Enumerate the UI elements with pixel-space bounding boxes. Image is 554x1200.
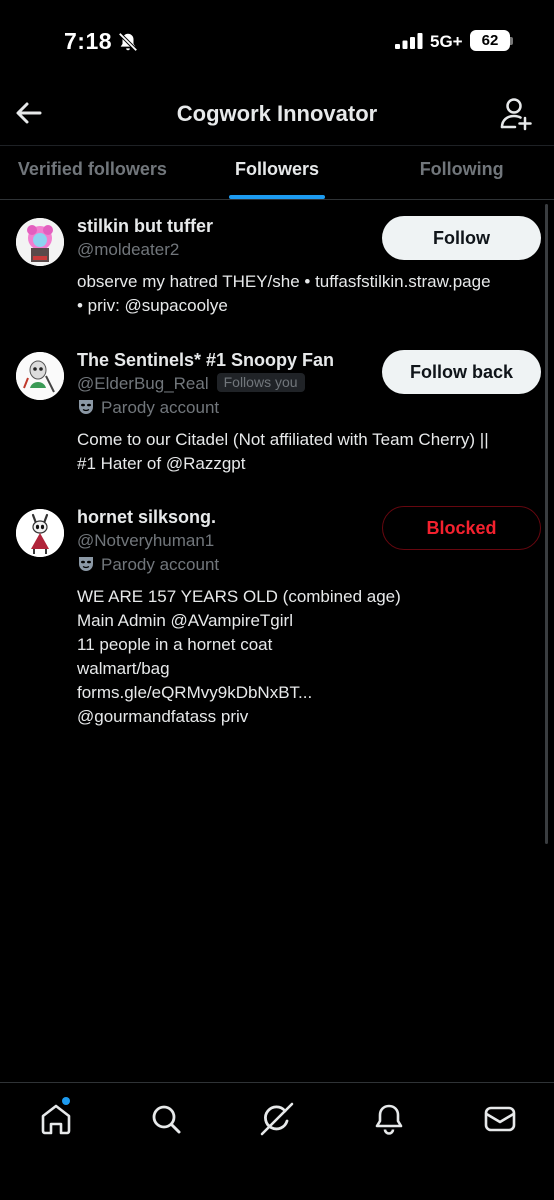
active-tab-indicator [229,195,325,199]
bio: observe my hatred THEY/she • tuffasfstil… [77,270,538,318]
bio-line: #1 Hater of @Razzgpt [77,454,246,473]
header: Cogwork Innovator [0,90,554,144]
parody-label: Parody account [77,396,538,420]
tab-verified-followers[interactable]: Verified followers [0,146,185,199]
parody-label: Parody account [77,553,538,577]
parody-mask-icon [79,400,93,414]
network-type: 5G+ [430,32,463,51]
battery-indicator: 62 [470,30,510,51]
page-title: Cogwork Innovator [176,101,378,126]
notification-dot [62,1097,70,1105]
follower-row[interactable]: stilkin but tuffer @moldeater2 observe m… [0,214,554,324]
bio: WE ARE 157 YEARS OLD (combined age) Main… [77,585,538,729]
tab-label: Followers [235,159,320,179]
follow-back-button[interactable]: Follow back [382,350,541,394]
follows-you-badge: Follows you [216,373,305,392]
bio-line: @gourmandfatass priv [77,707,249,726]
avatar[interactable] [16,218,64,266]
avatar[interactable] [16,352,64,400]
follow-button[interactable]: Follow [382,216,541,260]
avatar-image [16,218,64,266]
signal-icon [395,33,423,49]
bio-line: observe my hatred THEY/she • tuffasfstil… [77,272,491,291]
grok-icon[interactable] [259,1101,295,1137]
bio-line: forms.gle/eQRMvy9kDbNxBT... [77,683,313,702]
tab-label: Verified followers [17,159,167,179]
bottom-nav [0,1082,554,1200]
bio-line: Come to our Citadel (Not affiliated with… [77,430,489,449]
parody-text: Parody account [101,555,220,574]
home-icon[interactable] [38,1101,74,1137]
bio-line: walmart/bag [77,659,170,678]
messages-icon[interactable] [482,1101,518,1137]
avatar-image [16,352,64,400]
parody-text: Parody account [101,398,220,417]
battery-tip [510,37,513,45]
bell-off-icon [118,32,138,52]
tab-bar: Verified followers Followers Following [0,145,554,200]
bio-line: • priv: @supacoolye [77,296,228,315]
search-icon[interactable] [148,1101,184,1137]
tab-label: Following [419,159,504,179]
add-user-icon[interactable] [498,96,534,132]
bio: Come to our Citadel (Not affiliated with… [77,428,538,476]
tab-following[interactable]: Following [369,146,554,199]
bio-line: Main Admin @AVampireTgirl [77,611,293,630]
follower-row[interactable]: hornet silksong. @Notveryhuman1 Parody a… [0,505,554,726]
status-bar: 7:18 5G+ 62 [0,0,554,84]
bio-line: WE ARE 157 YEARS OLD (combined age) [77,587,401,606]
notifications-icon[interactable] [371,1101,407,1137]
status-time: 7:18 [64,28,113,54]
tab-followers[interactable]: Followers [185,146,370,199]
bio-line: 11 people in a hornet coat [77,635,273,654]
blocked-button[interactable]: Blocked [382,506,541,550]
username[interactable]: @ElderBug_Real [77,374,209,393]
avatar[interactable] [16,509,64,557]
avatar-image [16,509,64,557]
parody-mask-icon [79,557,93,571]
follower-row[interactable]: The Sentinels* #1 Snoopy Fan @ElderBug_R… [0,348,554,478]
